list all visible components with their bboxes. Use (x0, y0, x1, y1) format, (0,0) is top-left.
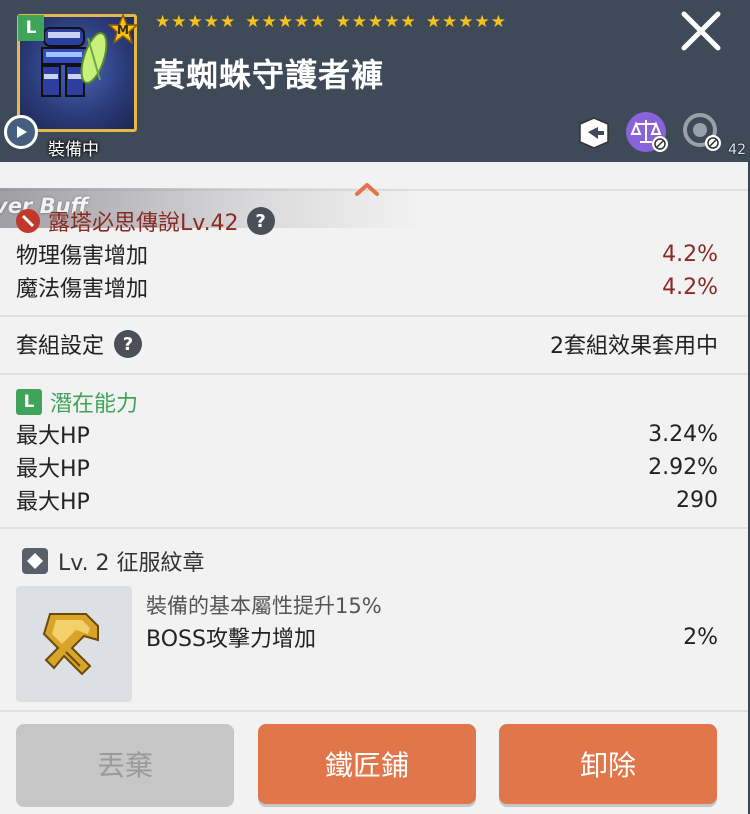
star-icon: ★ (335, 12, 351, 32)
emblem-title-row: Lv. 2 征服紋章 (20, 545, 205, 577)
star-force-rating: ★ ★ ★ ★ ★ ★ ★ ★ ★ ★ ★ ★ ★ ★ ★ ★ ★ ★ ★ ★ (155, 12, 506, 32)
potential-title-row: L 潛在能力 (16, 386, 138, 418)
set-bonus-help-icon[interactable]: ? (246, 207, 275, 235)
stat-label: 魔法傷害增加 (16, 277, 149, 302)
legendary-grade-badge: L (18, 15, 44, 41)
stat-value: 4.2% (662, 241, 718, 267)
chevron-up-icon[interactable] (352, 180, 382, 198)
emblem-line1: 裝備的基本屬性提升15% (146, 594, 382, 618)
play-button[interactable] (4, 115, 38, 149)
star-icon: ★ (310, 12, 326, 32)
stat-label: 最大HP (16, 490, 90, 515)
star-icon: ★ (425, 12, 441, 32)
set-setting-help-icon[interactable]: ? (114, 330, 143, 358)
set-setting-label: 套組設定 (16, 334, 105, 359)
star-icon: ★ (474, 12, 490, 32)
star-icon: ★ (458, 12, 474, 32)
conquest-emblem-icon (42, 613, 99, 676)
star-icon: ★ (368, 12, 384, 32)
star-icon: ★ (400, 12, 416, 32)
set-stat-row: 魔法傷害增加 4.2% (16, 271, 718, 303)
stat-value: 2.92% (648, 454, 718, 480)
emblem-image-box[interactable] (16, 586, 132, 702)
set-stat-row: 物理傷害增加 4.2% (16, 238, 718, 270)
item-detail-panel: ver Buff 露塔必思傳說Lv.42 ? 物理傷害增加 4.2% 魔法傷害增… (0, 162, 748, 814)
star-icon: ★ (220, 12, 236, 32)
share-icon[interactable] (574, 110, 614, 154)
star-group: ★ ★ ★ ★ ★ (426, 12, 506, 32)
emblem-diamond-icon (22, 548, 48, 574)
set-bonus-title: 露塔必思傳說Lv.42 (48, 211, 239, 236)
potential-stat-row: 最大HP 3.24% (16, 418, 718, 450)
stat-label: 最大HP (16, 457, 90, 482)
star-group: ★ ★ ★ ★ ★ (155, 12, 235, 32)
svg-text:M: M (117, 23, 129, 37)
star-icon: ★ (277, 12, 293, 32)
star-icon: ★ (155, 12, 171, 32)
stat-label: 最大HP (16, 424, 90, 449)
scale-lock-icon[interactable] (624, 110, 672, 154)
set-setting-value: 2套組效果套用中 (550, 334, 718, 359)
star-icon: ★ (442, 12, 458, 32)
prohibited-icon (16, 209, 40, 233)
item-name: 黃蜘蛛守護者褲 (153, 56, 385, 94)
emblem-stat-row: BOSS攻擊力增加 2% (146, 621, 718, 653)
potential-title: 潛在能力 (50, 392, 139, 417)
divider (0, 315, 748, 317)
stat-value: 3.24% (648, 421, 718, 447)
potential-stat-row: 最大HP 290 (16, 484, 718, 516)
close-icon[interactable] (678, 8, 724, 54)
set-setting-row[interactable]: 套組設定 ? 2套組效果套用中 (16, 328, 718, 360)
star-icon: ★ (294, 12, 310, 32)
item-header: L M 裝備中 42 ★ ★ ★ ★ ★ ★ ★ ★ ★ ★ ★ ★ ★ ★ ★ ★ ★ ★ ★ ★ 黃蜘蛛守護者褲 (0, 0, 750, 162)
discard-button[interactable]: 丟棄 (16, 724, 234, 804)
star-icon: ★ (351, 12, 367, 32)
divider (0, 710, 748, 712)
blacksmith-button[interactable]: 鐵匠鋪 (258, 724, 476, 804)
divider (0, 373, 748, 375)
play-icon (17, 126, 27, 138)
stat-value: 2% (683, 624, 718, 650)
star-icon: ★ (203, 12, 219, 32)
stat-value: 4.2% (662, 274, 718, 300)
potential-grade-badge: L (16, 389, 42, 415)
star-group: ★ ★ ★ ★ ★ (336, 12, 416, 32)
transfer-disabled-icon[interactable] (680, 110, 724, 154)
stat-label: BOSS攻擊力增加 (146, 627, 316, 652)
star-group: ★ ★ ★ ★ ★ (245, 12, 325, 32)
star-icon: ★ (171, 12, 187, 32)
star-icon: ★ (490, 12, 506, 32)
star-icon: ★ (245, 12, 261, 32)
star-icon: ★ (187, 12, 203, 32)
potential-stat-row: 最大HP 2.92% (16, 451, 718, 483)
divider (0, 527, 748, 529)
stat-label: 物理傷害增加 (16, 244, 149, 269)
m-star-badge-icon: M (108, 14, 138, 44)
unequip-button[interactable]: 卸除 (499, 724, 717, 804)
equipped-label: 裝備中 (48, 140, 99, 160)
set-bonus-title-row: 露塔必思傳說Lv.42 ? (16, 205, 275, 237)
star-icon: ★ (384, 12, 400, 32)
star-icon: ★ (261, 12, 277, 32)
emblem-title: Lv. 2 征服紋章 (58, 551, 205, 576)
stat-value: 290 (676, 487, 718, 513)
item-level: 42 (728, 142, 746, 158)
